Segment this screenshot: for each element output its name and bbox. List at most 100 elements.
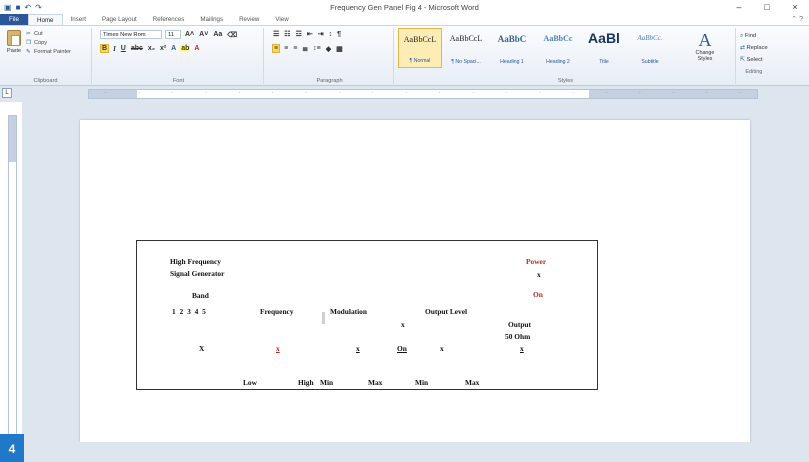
bold-icon[interactable]: B bbox=[100, 44, 110, 53]
show-formatting-icon[interactable]: ¶ bbox=[336, 31, 342, 38]
copy-icon: ❐ bbox=[26, 40, 32, 46]
modulation-label: Modulation bbox=[330, 307, 367, 316]
paste-button[interactable]: Paste bbox=[4, 30, 24, 54]
paragraph-group-label: Paragraph bbox=[316, 78, 343, 84]
subscript-icon[interactable]: x₂ bbox=[147, 45, 156, 52]
close-button[interactable]: × bbox=[781, 0, 809, 14]
style-normal-sample: AaBbCcL bbox=[403, 35, 437, 44]
select-button[interactable]: ⇱ Select bbox=[740, 54, 768, 66]
low-label: Low bbox=[243, 378, 257, 387]
min-label: Min bbox=[320, 378, 334, 387]
paragraph-group: ☰ ☷ ☲ ⇤ ⇥ ↕ ¶ ≡ ≡ ≡ ≣ ↕≡ ◆ ▦ Paragraph bbox=[266, 28, 394, 84]
tab-view[interactable]: View bbox=[267, 14, 296, 25]
panel-title-line1: High Frequency bbox=[170, 257, 221, 266]
justify-icon[interactable]: ≣ bbox=[301, 45, 309, 53]
style-no-spacing[interactable]: AaBbCcL ¶ No Spaci... bbox=[444, 28, 488, 68]
format-painter-label: Format Painter bbox=[34, 49, 71, 55]
font-color-icon[interactable]: A bbox=[193, 45, 200, 52]
figure-badge: 4 bbox=[0, 434, 24, 462]
grow-font-icon[interactable]: A˄ bbox=[184, 31, 195, 38]
band-selector-marker: X bbox=[199, 344, 205, 353]
line-spacing-icon[interactable]: ↕≡ bbox=[312, 45, 322, 52]
shrink-font-icon[interactable]: A˅ bbox=[198, 31, 209, 38]
tab-references[interactable]: References bbox=[145, 14, 193, 25]
font-size-combo[interactable]: 11 bbox=[165, 30, 181, 39]
minimize-button[interactable]: – bbox=[725, 0, 753, 14]
title-bar: ▣ ■ ↶ ↷ Frequency Gen Panel Fig 4 - Micr… bbox=[0, 0, 809, 14]
font-family-combo[interactable]: Times New Rom bbox=[100, 30, 162, 39]
vertical-ruler[interactable] bbox=[8, 115, 17, 437]
tab-page-layout[interactable]: Page Layout bbox=[94, 14, 145, 25]
style-title-name: Title bbox=[599, 59, 609, 65]
panel-title-line2: Signal Generator bbox=[170, 269, 225, 278]
shading-icon[interactable]: ◆ bbox=[325, 45, 332, 53]
maximize-button[interactable]: □ bbox=[753, 0, 781, 14]
decrease-indent-icon[interactable]: ⇤ bbox=[306, 30, 314, 38]
vertical-ruler-margin bbox=[9, 116, 16, 162]
power-label: Power bbox=[526, 257, 547, 266]
style-heading-2[interactable]: AaBbCc Heading 2 bbox=[536, 28, 580, 68]
ohms-label: 50 Ohm bbox=[505, 332, 531, 341]
style-heading-1-sample: AaBbC bbox=[497, 34, 527, 44]
frequency-label: Frequency bbox=[260, 307, 294, 316]
multilevel-list-icon[interactable]: ☲ bbox=[295, 30, 303, 38]
style-normal[interactable]: AaBbCcL ¶ Normal bbox=[398, 28, 442, 68]
increase-indent-icon[interactable]: ⇥ bbox=[317, 30, 325, 38]
tab-review[interactable]: Review bbox=[231, 14, 267, 25]
cut-button[interactable]: ✂ Cut bbox=[26, 30, 71, 39]
font-row-1: Times New Rom 11 A˄ A˅ Aa ⌫ bbox=[100, 30, 238, 39]
strikethrough-icon[interactable]: abc bbox=[130, 45, 144, 52]
align-right-icon[interactable]: ≡ bbox=[292, 45, 298, 52]
change-case-icon[interactable]: Aa bbox=[212, 31, 223, 38]
style-heading-2-name: Heading 2 bbox=[546, 59, 570, 65]
style-subtitle-name: Subtitle bbox=[641, 59, 659, 65]
tab-insert[interactable]: Insert bbox=[63, 14, 94, 25]
find-label: Find bbox=[744, 33, 757, 39]
output-marker: x bbox=[520, 344, 524, 353]
paste-label: Paste bbox=[6, 48, 22, 54]
sort-icon[interactable]: ↕ bbox=[328, 31, 334, 38]
band-label: Band bbox=[192, 291, 209, 300]
align-left-icon[interactable]: ≡ bbox=[272, 44, 281, 53]
change-styles-label: Change Styles bbox=[695, 50, 715, 62]
window-title: Frequency Gen Panel Fig 4 - Microsoft Wo… bbox=[330, 3, 479, 12]
copy-button[interactable]: ❐ Copy bbox=[26, 39, 71, 48]
help-icon[interactable]: ⌃ ? bbox=[791, 15, 803, 23]
text-caret bbox=[322, 312, 325, 324]
cut-icon: ✂ bbox=[26, 31, 31, 37]
style-heading-1[interactable]: AaBbC Heading 1 bbox=[490, 28, 534, 68]
styles-gallery: AaBbCcL ¶ Normal AaBbCcL ¶ No Spaci... A… bbox=[398, 28, 680, 70]
style-title-sample: AaBl bbox=[588, 30, 620, 46]
align-center-icon[interactable]: ≡ bbox=[283, 45, 289, 52]
power-marker: x bbox=[537, 270, 541, 279]
ruler-ticks: · · · · · · · · · · · · · · · · · · · · bbox=[104, 91, 741, 96]
borders-icon[interactable]: ▦ bbox=[335, 45, 344, 53]
style-subtitle[interactable]: AaBbCc. Subtitle bbox=[628, 28, 672, 68]
tab-home[interactable]: Home bbox=[27, 14, 63, 25]
superscript-icon[interactable]: x² bbox=[159, 45, 167, 52]
tab-selector-icon[interactable]: L bbox=[2, 88, 12, 98]
select-label: Select bbox=[746, 57, 763, 63]
style-heading-1-name: Heading 1 bbox=[500, 59, 524, 65]
style-title[interactable]: AaBl Title bbox=[582, 28, 626, 68]
window-controls: – □ × bbox=[725, 0, 809, 14]
change-styles-button[interactable]: A Change Styles bbox=[688, 30, 722, 62]
clear-formatting-icon[interactable]: ⌫ bbox=[226, 31, 238, 39]
format-painter-icon: ✎ bbox=[26, 49, 31, 55]
bullets-icon[interactable]: ☰ bbox=[272, 30, 280, 38]
italic-icon[interactable]: I bbox=[112, 45, 117, 53]
clipboard-commands: ✂ Cut ❐ Copy ✎ Format Painter bbox=[26, 30, 71, 57]
horizontal-ruler[interactable]: · · · · · · · · · · · · · · · · · · · · bbox=[88, 89, 758, 99]
replace-button[interactable]: ⇄ Replace bbox=[740, 42, 768, 54]
output-label: Output bbox=[508, 320, 532, 329]
cut-label: Cut bbox=[34, 31, 43, 37]
tab-file[interactable]: File bbox=[0, 14, 28, 25]
text-effects-icon[interactable]: A bbox=[170, 45, 177, 52]
find-button[interactable]: ⌕ Find bbox=[740, 30, 768, 42]
highlight-icon[interactable]: ab bbox=[180, 45, 191, 52]
paragraph-row-1: ☰ ☷ ☲ ⇤ ⇥ ↕ ¶ bbox=[272, 30, 342, 39]
underline-icon[interactable]: U bbox=[120, 45, 127, 52]
numbering-icon[interactable]: ☷ bbox=[283, 30, 291, 38]
format-painter-button[interactable]: ✎ Format Painter bbox=[26, 48, 71, 57]
tab-mailings[interactable]: Mailings bbox=[192, 14, 231, 25]
